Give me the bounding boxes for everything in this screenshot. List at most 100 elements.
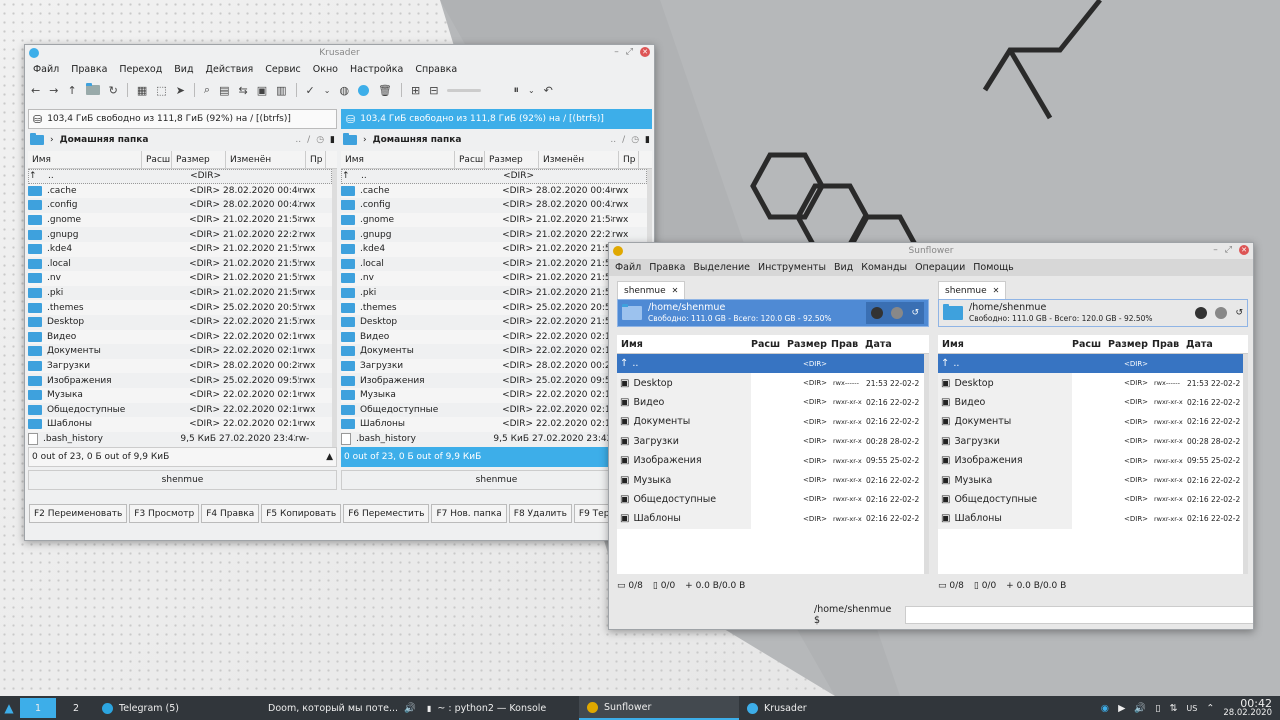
f7-button[interactable]: F7 Нов. папка	[431, 504, 507, 523]
file-row[interactable]: ↑.. <DIR>	[938, 354, 1243, 374]
mount-icon[interactable]	[1195, 307, 1208, 319]
col-ext[interactable]: Расш	[142, 151, 172, 168]
file-row[interactable]: Загрузки<DIR>28.02.2020 00:28rwx	[341, 358, 647, 374]
globe-icon[interactable]: ◍	[339, 84, 349, 97]
maximize-icon[interactable]: ⤢	[626, 47, 633, 57]
menu-item[interactable]: Справка	[415, 64, 457, 75]
col-ext[interactable]: Расш	[455, 151, 485, 168]
file-row[interactable]: ▣ Музыка <DIR> rwxr-xr-x 02:16 22-02-2	[617, 470, 924, 490]
col-perm[interactable]: Пр	[619, 151, 639, 168]
menu-item[interactable]: Инструменты	[758, 262, 826, 273]
checkmark-icon[interactable]: ✓	[306, 84, 315, 97]
history-icon[interactable]: ↺	[1235, 308, 1243, 318]
slash-icon[interactable]: /	[307, 135, 310, 145]
trash-icon[interactable]: 🗑	[378, 84, 392, 97]
menu-item[interactable]: Правка	[71, 64, 107, 75]
column-1[interactable]: Расш	[1068, 335, 1104, 353]
sync-icon[interactable]: ⇆	[238, 84, 247, 97]
menu-item[interactable]: Вид	[834, 262, 853, 273]
file-row[interactable]: Музыка<DIR>22.02.2020 02:16rwx	[341, 387, 647, 403]
file-row[interactable]: ▣ Общедоступные <DIR> rwxr-xr-x 02:16 22-02-…	[617, 489, 924, 510]
collapse-icon[interactable]: ▲	[326, 452, 333, 462]
tray-expand-icon[interactable]: ⌃	[1206, 703, 1214, 714]
file-row[interactable]: Шаблоны<DIR>22.02.2020 02:16rwx	[341, 417, 647, 432]
menu-item[interactable]: Операции	[915, 262, 965, 273]
volume-icon[interactable]: 🔊	[1134, 703, 1146, 714]
file-row[interactable]: Документы<DIR>22.02.2020 02:16rwx	[341, 344, 647, 359]
file-row[interactable]: .gnupg <DIR> 21.02.2020 22:21 rwx	[341, 227, 647, 242]
menu-item[interactable]: Команды	[861, 262, 907, 273]
col-name[interactable]: Имя	[28, 151, 142, 168]
pack-icon[interactable]: ▥	[276, 84, 286, 97]
column-4[interactable]: Дата	[861, 335, 911, 353]
col-name[interactable]: Имя	[341, 151, 455, 168]
close-icon[interactable]: ✕	[640, 47, 650, 57]
bookmarks-icon[interactable]	[1215, 307, 1228, 319]
file-row[interactable]: ▣ Видео <DIR> rwxr-xr-x 02:16 22-02-2	[938, 392, 1243, 413]
file-row[interactable]: Desktop<DIR>22.02.2020 21:53rwx	[341, 315, 647, 330]
file-row[interactable]: .config <DIR> 28.02.2020 00:42 rwx	[28, 198, 332, 213]
path-bar-left[interactable]: › Домашняя папка .. / ◷ ▮	[28, 129, 337, 151]
file-row[interactable]: ▣ Загрузки <DIR> rwxr-xr-x 00:28 28-02-2	[938, 431, 1243, 451]
file-row[interactable]: ▣ Загрузки <DIR> rwxr-xr-x 00:28 28-02-2	[617, 431, 924, 451]
column-3[interactable]: Прав	[1148, 335, 1182, 353]
column-2[interactable]: Размер	[783, 335, 827, 353]
close-tab-icon[interactable]: ✕	[672, 286, 679, 295]
file-row[interactable]: ↑.. <DIR>	[341, 169, 647, 184]
file-row[interactable]: .gnupg <DIR> 21.02.2020 22:21 rwx	[28, 227, 332, 242]
search-icon[interactable]: ⌕	[204, 83, 210, 97]
file-row[interactable]: .config <DIR> 28.02.2020 00:42 rwx	[341, 198, 647, 213]
refresh-icon[interactable]: ↻	[109, 84, 118, 97]
chevron-down-icon[interactable]: ⌄	[528, 86, 535, 95]
menu-item[interactable]: Окно	[313, 64, 338, 75]
menu-item[interactable]: Сервис	[265, 64, 301, 75]
history-icon[interactable]: ↺	[911, 308, 919, 318]
menu-item[interactable]: Действия	[206, 64, 254, 75]
pause-icon[interactable]: ⏸	[513, 83, 519, 97]
mount-icon[interactable]	[871, 307, 884, 319]
file-row[interactable]: .kde4<DIR>21.02.2020 21:55rwx	[28, 241, 332, 257]
cursor-icon[interactable]: ➤	[176, 84, 185, 97]
file-row[interactable]: .cache <DIR> 28.02.2020 00:40 rwx	[341, 183, 647, 199]
add-icon[interactable]: ⊞	[411, 84, 420, 97]
f3-button[interactable]: F3 Просмотр	[129, 504, 200, 523]
select-all-icon[interactable]: ▦	[137, 84, 147, 97]
menu-item[interactable]: Вид	[174, 64, 193, 75]
media-play-icon[interactable]: ▶	[1118, 703, 1125, 714]
file-row[interactable]: .kde4<DIR>21.02.2020 21:55rwx	[341, 241, 647, 257]
file-row[interactable]: .pki <DIR>21.02.2020 21:56rwx	[28, 286, 332, 301]
file-row[interactable]: .themes<DIR>25.02.2020 20:55rwx	[341, 300, 647, 315]
file-row[interactable]: ▣ Документы <DIR> rwxr-xr-x 02:16 22-02-2	[617, 412, 924, 432]
file-row[interactable]: .local<DIR>21.02.2020 21:55rwx	[341, 257, 647, 272]
file-row[interactable]: Видео<DIR>22.02.2020 02:16rwx	[341, 329, 647, 345]
task-konsole[interactable]: ▮ ~ : python2 — Konsole	[419, 696, 579, 720]
file-row[interactable]: .bash_history9,5 КиБ27.02.2020 23:42rw-	[341, 432, 647, 447]
file-row[interactable]: .local<DIR>21.02.2020 21:55rwx	[28, 257, 332, 272]
menu-item[interactable]: Помощь	[973, 262, 1013, 273]
keyboard-layout[interactable]: US	[1186, 704, 1197, 713]
f2-button[interactable]: F2 Переименовать	[29, 504, 128, 523]
file-row[interactable]: Общедоступные<DIR>22.02.2020 02:16rwx	[341, 403, 647, 418]
file-row[interactable]: ▣ Изображения <DIR> rwxr-xr-x 09:55 25-02-2	[938, 450, 1243, 471]
file-row[interactable]: .nv<DIR>21.02.2020 21:55rwx	[341, 271, 647, 286]
menu-item[interactable]: Переход	[119, 64, 162, 75]
command-input[interactable]	[905, 606, 1253, 624]
col-modified[interactable]: Изменён	[226, 151, 306, 168]
bookmark-icon[interactable]: ▮	[645, 135, 650, 145]
menu-item[interactable]: Файл	[33, 64, 59, 75]
user-icon[interactable]	[358, 84, 370, 96]
dotdot-icon[interactable]: ..	[295, 135, 301, 145]
column-0[interactable]: Имя	[938, 335, 1068, 353]
menu-item[interactable]: Выделение	[693, 262, 750, 273]
file-row[interactable]: Видео<DIR>22.02.2020 02:16rwx	[28, 329, 332, 345]
location-bar[interactable]: /home/shenmue Свободно: 111.0 GB - Всего:…	[938, 299, 1248, 327]
task-sunflower[interactable]: Sunflower	[579, 696, 739, 720]
column-3[interactable]: Прав	[827, 335, 861, 353]
progress-slider[interactable]	[447, 88, 482, 92]
file-row[interactable]: ▣ Музыка <DIR> rwxr-xr-x 02:16 22-02-2	[938, 470, 1243, 490]
file-row[interactable]: Изображения<DIR>25.02.2020 09:55rwx	[341, 373, 647, 388]
dotdot-icon[interactable]: ..	[610, 135, 616, 145]
file-row[interactable]: ▣ Общедоступные <DIR> rwxr-xr-x 02:16 22-02-…	[938, 489, 1243, 510]
slash-icon[interactable]: /	[622, 135, 625, 145]
column-0[interactable]: Имя	[617, 335, 747, 353]
